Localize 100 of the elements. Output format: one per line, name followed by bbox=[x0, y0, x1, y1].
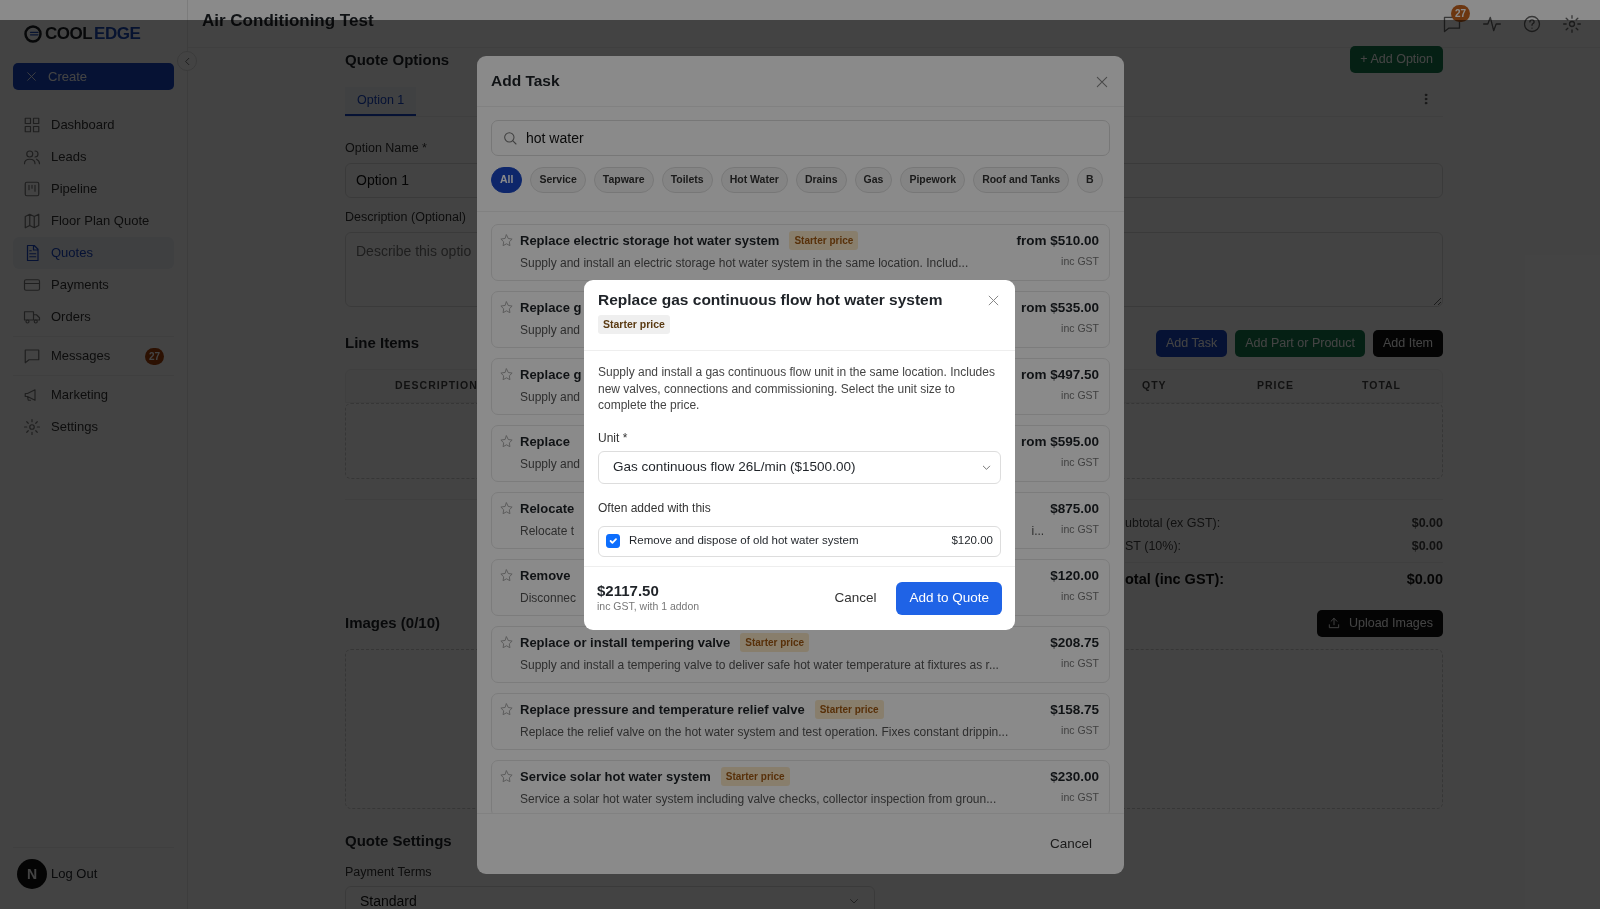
filter-chip[interactable]: Gas bbox=[854, 167, 893, 193]
section-title: Quote Settings bbox=[345, 831, 452, 850]
search-icon bbox=[502, 130, 518, 146]
task-description: Service a solar hot water system including valve checks, collector inspection from groun... bbox=[520, 790, 997, 808]
price-note: inc GST bbox=[1061, 791, 1099, 804]
addon-label: Remove and dispose of old hot water system bbox=[629, 533, 859, 549]
logo-icon bbox=[23, 24, 43, 44]
price-note: inc GST bbox=[1061, 456, 1099, 469]
settings-icon bbox=[1562, 13, 1582, 34]
price-note: inc GST bbox=[1061, 590, 1099, 603]
star-icon bbox=[499, 702, 514, 717]
star-icon bbox=[499, 233, 514, 248]
task-price: $230.00 bbox=[1050, 768, 1099, 786]
star-icon bbox=[499, 568, 514, 583]
upload-icon bbox=[1326, 616, 1341, 630]
total-price: $2117.50 bbox=[597, 582, 660, 600]
task-description: Supply and bbox=[520, 321, 581, 339]
price-note: inc GST bbox=[1061, 389, 1099, 402]
price-tag: Starter price bbox=[720, 767, 790, 787]
add-to-quote-button[interactable]: Add to Quote bbox=[896, 582, 1002, 615]
task-description: Supply and install a tempering valve to deliver safe hot water temperature at fixtures as r... bbox=[520, 656, 999, 674]
gear-icon bbox=[23, 418, 41, 436]
kanban-icon bbox=[23, 180, 41, 198]
star-icon bbox=[499, 300, 514, 315]
task-description: Disconnec bbox=[520, 589, 577, 607]
notification-badge: 27 bbox=[1450, 4, 1470, 22]
logo: COOLEDGE bbox=[23, 22, 141, 46]
task-description: Replace the relief valve on the hot water system and test operation. Fixes constant drippin... bbox=[520, 723, 1009, 741]
credit-card-icon bbox=[23, 276, 41, 294]
price-note: inc GST bbox=[1061, 255, 1099, 268]
sidebar-item[interactable]: Quotes bbox=[13, 237, 174, 269]
close-icon bbox=[25, 70, 38, 83]
task-description: Supply and bbox=[520, 455, 581, 473]
chat-icon bbox=[23, 347, 41, 365]
task-card[interactable]: Replace pressure and temperature relief valve Starter price Replace the relief valve on the hot water system and test operation. Fixes constant drippin... $158.75 inc GST bbox=[491, 693, 1110, 750]
task-price: $120.00 bbox=[1050, 567, 1099, 585]
price-note: inc GST, with 1 addon bbox=[597, 599, 700, 615]
task-title: Relocate bbox=[520, 500, 575, 518]
price-note: inc GST bbox=[1061, 724, 1099, 737]
logout-link[interactable]: Log Out bbox=[51, 864, 98, 884]
task-title: Replace electric storage hot water system bbox=[520, 232, 780, 250]
filter-chip[interactable]: Roof and Tanks bbox=[973, 167, 1070, 193]
filter-chip[interactable]: Tapware bbox=[593, 167, 654, 193]
task-description: Supply and install an electric storage hot water system in the same location. Includ... bbox=[520, 254, 969, 272]
task-price: rom $535.00 bbox=[1020, 299, 1099, 317]
total-label: otal (inc GST): bbox=[1125, 570, 1225, 590]
help-icon bbox=[1522, 13, 1542, 34]
price-note: inc GST bbox=[1061, 322, 1099, 335]
price-note: inc GST bbox=[1061, 523, 1099, 536]
users-icon bbox=[23, 148, 41, 166]
count-badge: 27 bbox=[144, 347, 164, 365]
task-price: rom $497.50 bbox=[1020, 366, 1099, 384]
star-icon bbox=[499, 635, 514, 650]
modal-title: Add Task bbox=[491, 71, 560, 91]
filter-chip[interactable]: Toilets bbox=[661, 167, 713, 193]
total-value: $0.00 bbox=[1406, 570, 1443, 590]
price-tag: Starter price bbox=[598, 314, 670, 335]
search-field[interactable]: hot water bbox=[491, 120, 1110, 156]
filter-chip[interactable]: B bbox=[1077, 167, 1103, 193]
task-description: i... bbox=[1031, 522, 1045, 540]
task-price: $875.00 bbox=[1050, 500, 1099, 518]
filter-chip[interactable]: Service bbox=[530, 167, 586, 193]
task-price: rom $595.00 bbox=[1020, 433, 1099, 451]
filter-chip[interactable]: Pipework bbox=[900, 167, 966, 193]
task-title: Replace g bbox=[520, 366, 582, 384]
addon-price: $120.00 bbox=[951, 533, 993, 549]
price-tag: Starter price bbox=[789, 231, 859, 251]
star-icon bbox=[499, 501, 514, 516]
checkbox[interactable] bbox=[606, 534, 620, 548]
price-note: inc GST bbox=[1061, 657, 1099, 670]
section-title: Quote Options bbox=[345, 50, 450, 69]
task-description: Supply and install a gas continuous flow unit in the same location. Includes new valves, connections and commissioning. Select the unit size to complete the price. bbox=[598, 364, 996, 414]
filter-chip[interactable]: Drains bbox=[795, 167, 847, 193]
task-price: $208.75 bbox=[1050, 634, 1099, 652]
section-title: Line Items bbox=[345, 334, 420, 352]
field-label: Unit * bbox=[598, 429, 629, 447]
filter-chip[interactable]: All bbox=[491, 167, 523, 193]
star-icon bbox=[499, 367, 514, 382]
task-title: Service solar hot water system bbox=[520, 768, 711, 786]
payment-terms-select[interactable]: Standard bbox=[345, 886, 875, 909]
task-card[interactable]: Service solar hot water system Starter price Service a solar hot water system including valve checks, collector inspection from groun... $230.00 inc GST bbox=[491, 760, 1110, 813]
unit-select[interactable]: Gas continuous flow 26L/min ($1500.00) bbox=[598, 450, 1001, 484]
cancel-button[interactable]: Cancel bbox=[1043, 832, 1098, 856]
section-title: Images (0/10) bbox=[345, 614, 441, 632]
task-title: Replace g bbox=[520, 299, 582, 317]
filter-chip[interactable]: Hot Water bbox=[720, 167, 788, 193]
star-icon bbox=[499, 434, 514, 449]
task-title: Replace or install tempering valve bbox=[520, 634, 731, 652]
task-description: Supply and bbox=[520, 388, 581, 406]
star-icon bbox=[499, 769, 514, 784]
task-description: Relocate t bbox=[520, 522, 575, 540]
cancel-button[interactable]: Cancel bbox=[828, 587, 883, 610]
grid-icon bbox=[23, 116, 41, 134]
task-title: Remove bbox=[520, 567, 571, 585]
task-price: $158.75 bbox=[1050, 701, 1099, 719]
map-icon bbox=[23, 212, 41, 230]
modal-title: Replace gas continuous flow hot water system bbox=[598, 291, 943, 310]
task-title: Replace bbox=[520, 433, 570, 451]
field-label: Often added with this bbox=[598, 499, 712, 517]
price-tag: Starter price bbox=[740, 633, 810, 653]
